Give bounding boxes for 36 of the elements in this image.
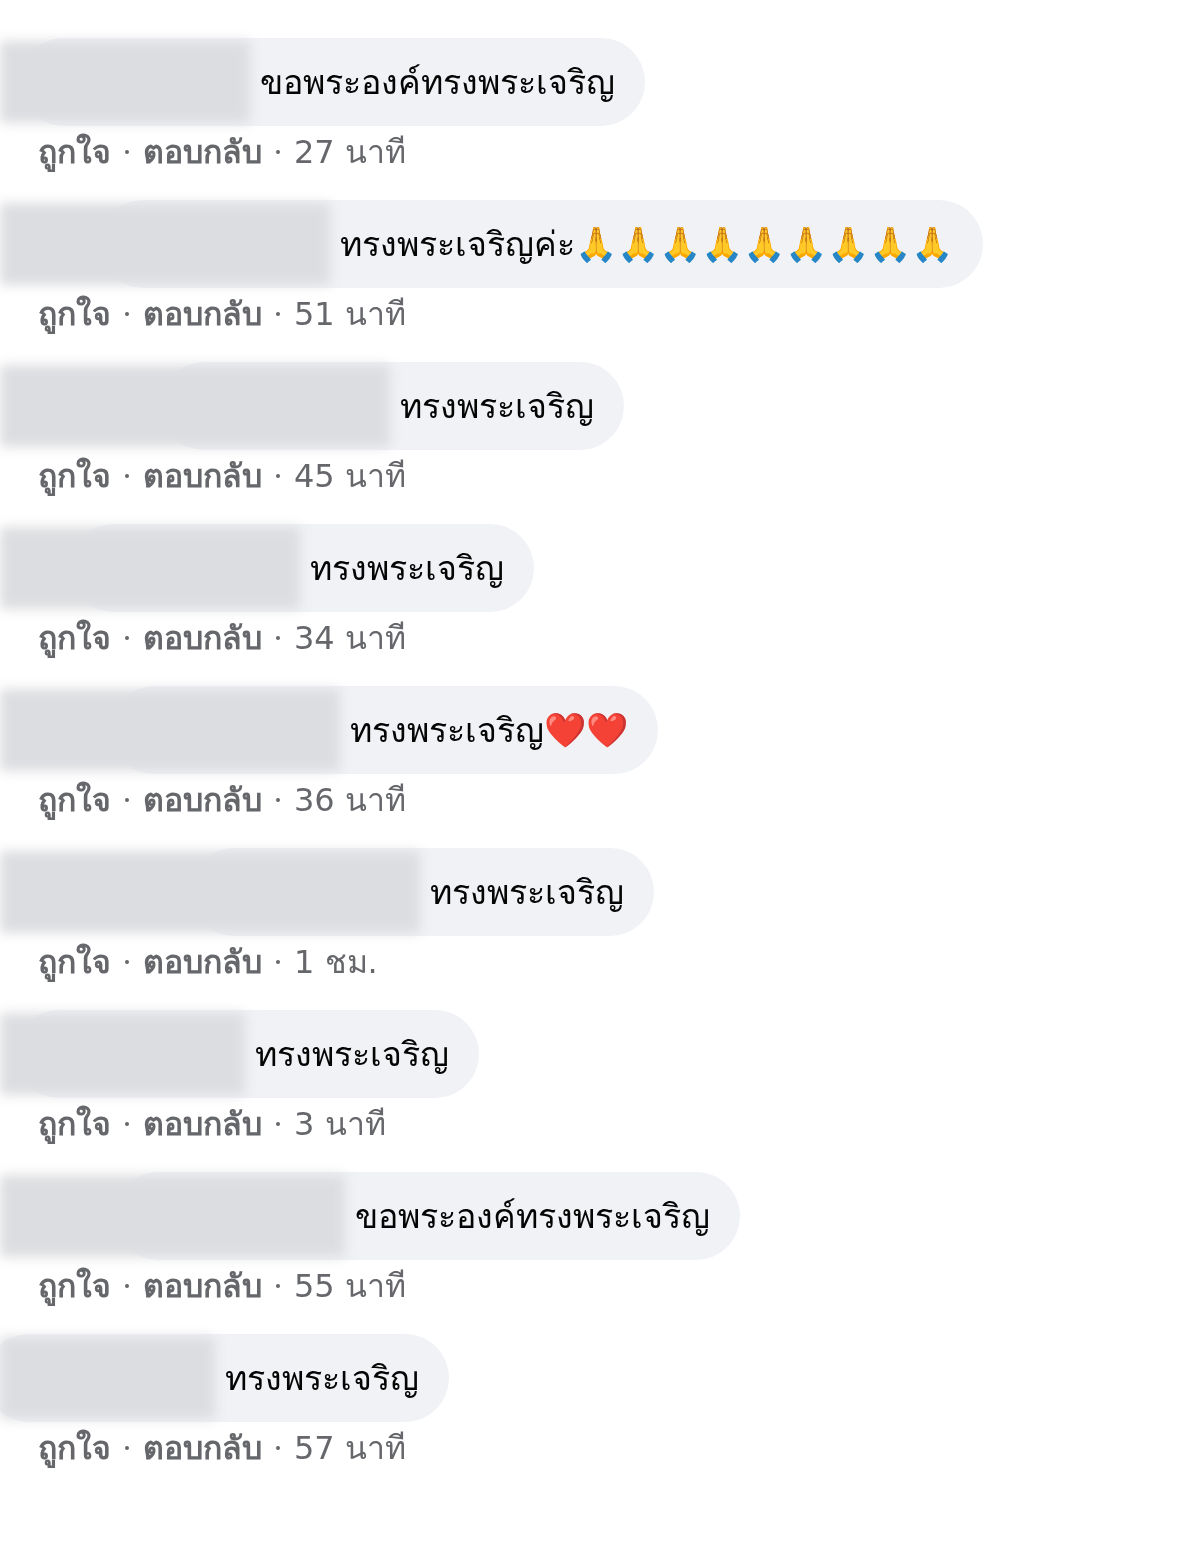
comment-text: ขอพระองค์ทรงพระเจริญ: [355, 1194, 710, 1238]
timestamp[interactable]: 1 ชม.: [294, 938, 378, 986]
action-link[interactable]: ถูกใจ: [38, 1100, 111, 1148]
timestamp[interactable]: 36 นาที: [294, 776, 406, 824]
action-link[interactable]: ตอบกลับ: [143, 290, 262, 338]
action-link[interactable]: ตอบกลับ: [143, 1424, 262, 1472]
timestamp[interactable]: 45 นาที: [294, 452, 406, 500]
timestamp[interactable]: 34 นาที: [294, 614, 406, 662]
comment-text: ทรงพระเจริญ: [400, 384, 594, 428]
timestamp[interactable]: 3 นาที: [294, 1100, 386, 1148]
timestamp[interactable]: 55 นาที: [294, 1262, 406, 1310]
comment-text: ทรงพระเจริญ: [310, 546, 504, 590]
comment-text: ทรงพระเจริญ: [430, 870, 624, 914]
action-link[interactable]: ถูกใจ: [38, 452, 111, 500]
timestamp[interactable]: 51 นาที: [294, 290, 406, 338]
action-link[interactable]: ถูกใจ: [38, 938, 111, 986]
action-link[interactable]: ถูกใจ: [38, 1424, 111, 1472]
comment-text: ทรงพระเจริญ: [225, 1356, 419, 1400]
action-link[interactable]: ถูกใจ: [38, 1262, 111, 1310]
comment-text: ขอพระองค์ทรงพระเจริญ: [260, 60, 615, 104]
action-link[interactable]: ถูกใจ: [38, 128, 111, 176]
action-link[interactable]: ถูกใจ: [38, 290, 111, 338]
timestamp[interactable]: 57 นาที: [294, 1424, 406, 1472]
timestamp[interactable]: 27 นาที: [294, 128, 406, 176]
action-link[interactable]: ตอบกลับ: [143, 1262, 262, 1310]
comment-text: ทรงพระเจริญ❤❤: [350, 708, 628, 752]
action-link[interactable]: ถูกใจ: [38, 614, 111, 662]
action-link[interactable]: ถูกใจ: [38, 776, 111, 824]
action-link[interactable]: ตอบกลับ: [143, 776, 262, 824]
action-link[interactable]: ตอบกลับ: [143, 128, 262, 176]
comment-text: ทรงพระเจริญ: [255, 1032, 449, 1076]
action-link[interactable]: ตอบกลับ: [143, 452, 262, 500]
comment-text: ทรงพระเจริญค่ะ🙏🙏🙏🙏🙏🙏🙏🙏🙏: [340, 222, 953, 266]
action-link[interactable]: ตอบกลับ: [143, 1100, 262, 1148]
action-link[interactable]: ตอบกลับ: [143, 938, 262, 986]
action-link[interactable]: ตอบกลับ: [143, 614, 262, 662]
